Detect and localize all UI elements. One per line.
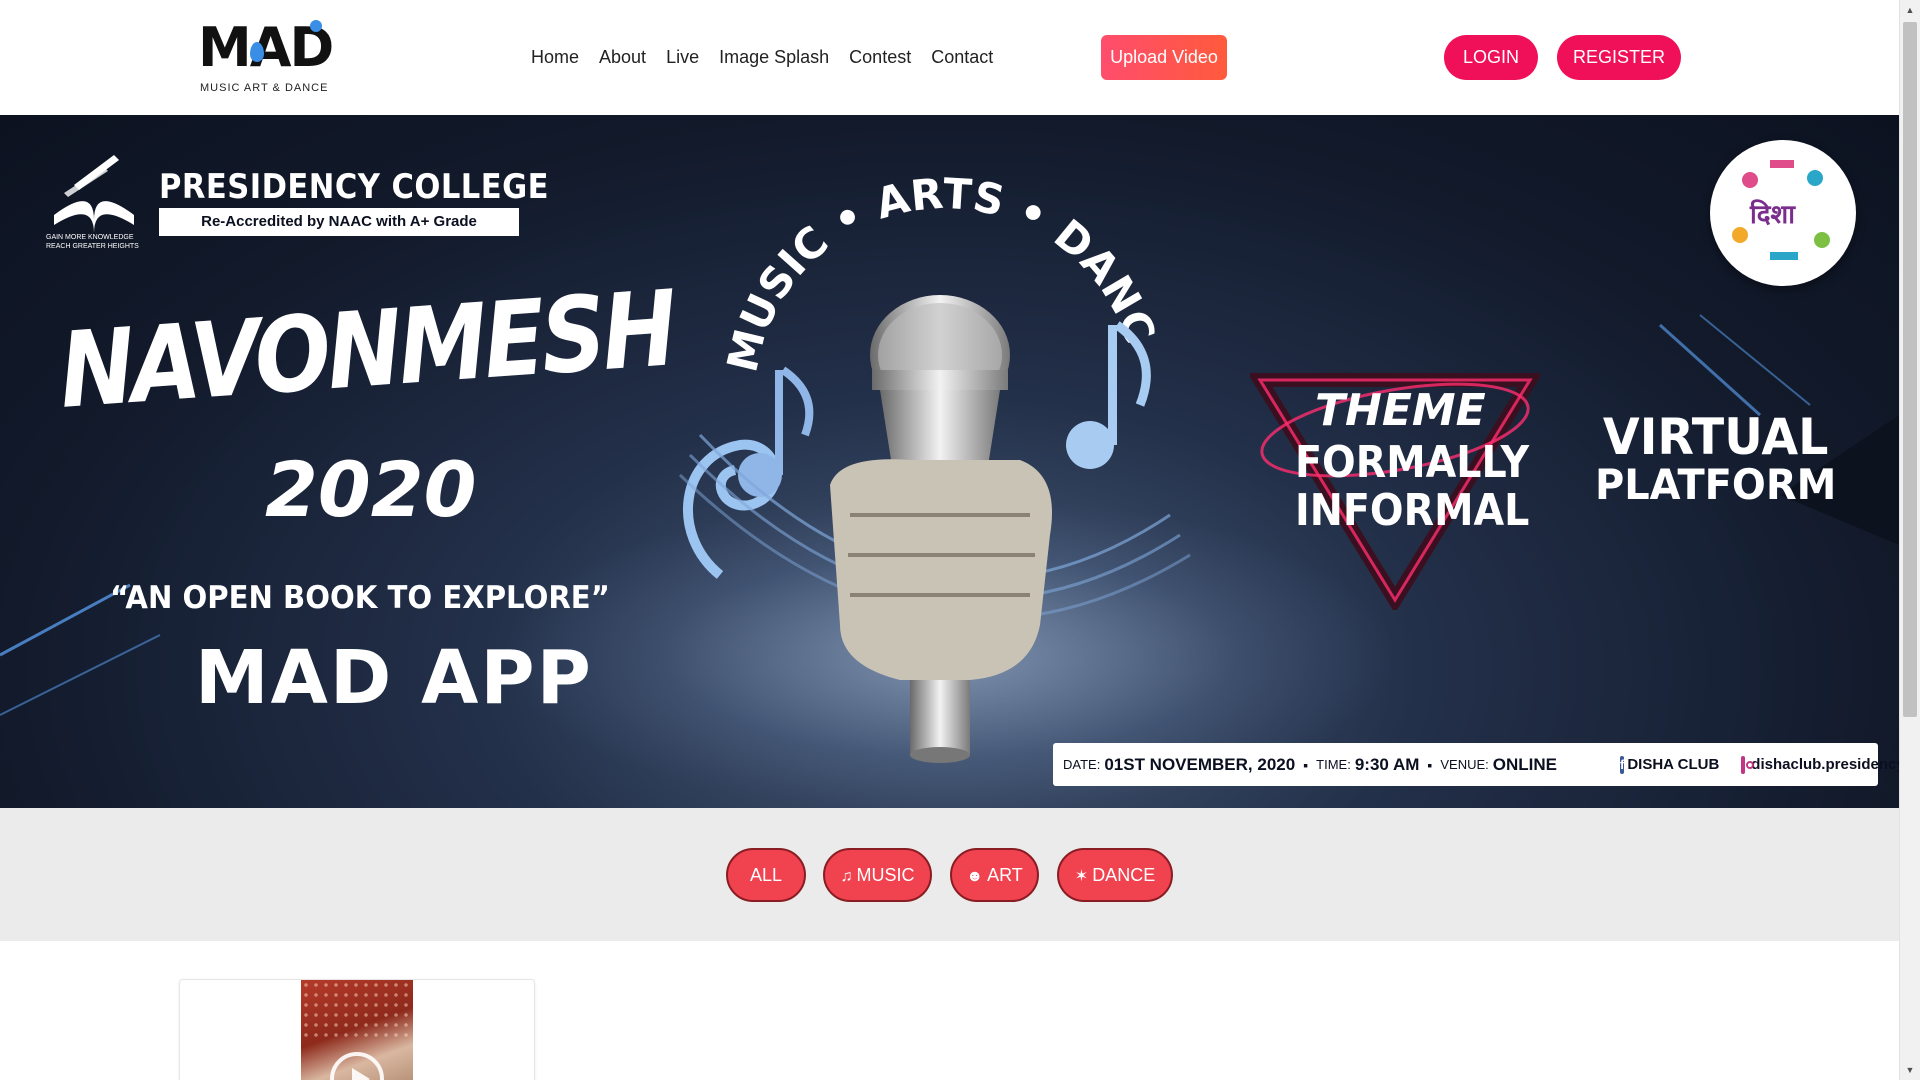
- separator: ▪: [1427, 756, 1433, 773]
- thumbnail-pattern: [301, 980, 413, 1040]
- theme-line-2: FORMALLY: [1295, 437, 1530, 488]
- disha-club-badge: दिशा: [1710, 140, 1856, 286]
- date-value: 01ST NOVEMBER, 2020: [1104, 754, 1296, 774]
- page: MAD MUSIC ART & DANCE Home About Live Im…: [0, 0, 1920, 1080]
- book-emblem-icon: [54, 155, 134, 233]
- platform-line-2: PLATFORM: [1595, 460, 1837, 509]
- disha-logo-text: दिशा: [1750, 199, 1795, 229]
- college-tagline: GAIN MORE KNOWLEDGE REACH GREATER HEIGHT…: [46, 234, 139, 250]
- music-note-icon: ♫: [840, 868, 853, 885]
- scrollbar-thumb[interactable]: [1903, 22, 1917, 717]
- facebook-handle: DISHA CLUB: [1627, 756, 1720, 773]
- college-branding: PRESIDENCY COLLEGE Re-Accredited by NAAC…: [44, 145, 549, 250]
- page-scrollbar[interactable]: ▲ ▼: [1899, 0, 1920, 1080]
- dancer-icon: ✶: [1074, 868, 1089, 885]
- nav-contest[interactable]: Contest: [849, 45, 911, 69]
- venue-label: VENUE:: [1440, 757, 1489, 772]
- event-tagline: “AN OPEN BOOK TO EXPLORE”: [110, 580, 610, 616]
- scroll-down-arrow-icon[interactable]: ▼: [1900, 1060, 1920, 1080]
- logo-bird-icon: [310, 20, 322, 32]
- login-button[interactable]: LOGIN: [1444, 35, 1538, 80]
- site-logo[interactable]: MAD MUSIC ART & DANCE: [198, 18, 334, 98]
- video-grid: [0, 941, 1899, 1080]
- event-info-bar: DATE: 01ST NOVEMBER, 2020 ▪ TIME: 9:30 A…: [1053, 743, 1899, 786]
- filter-all-button[interactable]: ALL: [726, 848, 806, 902]
- mad-app-title: MAD APP: [195, 635, 593, 721]
- upload-video-button[interactable]: Upload Video: [1101, 35, 1227, 80]
- microphone-illustration: MUSIC • ARTS • DANCE: [610, 155, 1191, 763]
- event-year: 2020: [265, 445, 477, 534]
- filter-music-button[interactable]: ♫ MUSIC: [823, 848, 932, 902]
- theater-masks-icon: ☻: [966, 868, 984, 885]
- filter-dance-label: DANCE: [1092, 865, 1156, 885]
- hero-banner: PRESIDENCY COLLEGE Re-Accredited by NAAC…: [0, 115, 1899, 808]
- nav-about[interactable]: About: [599, 45, 646, 69]
- video-card[interactable]: [179, 979, 535, 1080]
- category-filter-bar: ALL ♫ MUSIC ☻ ART ✶ DANCE: [0, 808, 1899, 941]
- college-accreditation: Re-Accredited by NAAC with A+ Grade: [159, 208, 519, 236]
- logo-subtitle: MUSIC ART & DANCE: [200, 82, 329, 94]
- main-nav: Home About Live Image Splash Contest Con…: [531, 45, 1013, 69]
- filter-art-label: ART: [987, 865, 1023, 885]
- nav-home[interactable]: Home: [531, 45, 579, 69]
- filter-art-button[interactable]: ☻ ART: [950, 848, 1039, 902]
- theme-line-3: INFORMAL: [1295, 485, 1530, 536]
- separator: ▪: [1303, 756, 1309, 773]
- scroll-up-arrow-icon[interactable]: ▲: [1900, 0, 1920, 20]
- filter-all-label: ALL: [749, 865, 783, 885]
- nav-contact[interactable]: Contact: [931, 45, 993, 69]
- filter-dance-button[interactable]: ✶ DANCE: [1057, 848, 1173, 902]
- facebook-icon: f: [1620, 755, 1625, 774]
- nav-image-splash[interactable]: Image Splash: [719, 45, 829, 69]
- logo-drop-icon: [250, 42, 264, 62]
- platform-line-1: VIRTUAL: [1602, 408, 1829, 466]
- theme-label: THEME: [1315, 385, 1486, 436]
- instagram-handle: dishaclub.presidency: [1751, 756, 1899, 773]
- theme-block: THEME FORMALLY INFORMAL: [1250, 373, 1540, 610]
- nav-live[interactable]: Live: [666, 45, 699, 69]
- video-thumbnail[interactable]: [301, 980, 413, 1080]
- music-note-icon-2: [1066, 421, 1114, 469]
- date-label: DATE:: [1063, 757, 1101, 772]
- play-circle-icon[interactable]: [330, 1052, 384, 1080]
- platform-text: VIRTUAL PLATFORM: [1595, 408, 1837, 509]
- register-button[interactable]: REGISTER: [1557, 35, 1681, 80]
- time-label: TIME:: [1316, 757, 1351, 772]
- site-header: MAD MUSIC ART & DANCE Home About Live Im…: [0, 0, 1899, 115]
- time-value: 9:30 AM: [1354, 754, 1420, 774]
- college-name: PRESIDENCY COLLEGE: [159, 167, 549, 207]
- filter-music-label: MUSIC: [856, 865, 915, 885]
- venue-value: ONLINE: [1492, 754, 1557, 774]
- instagram-icon: [1741, 755, 1755, 774]
